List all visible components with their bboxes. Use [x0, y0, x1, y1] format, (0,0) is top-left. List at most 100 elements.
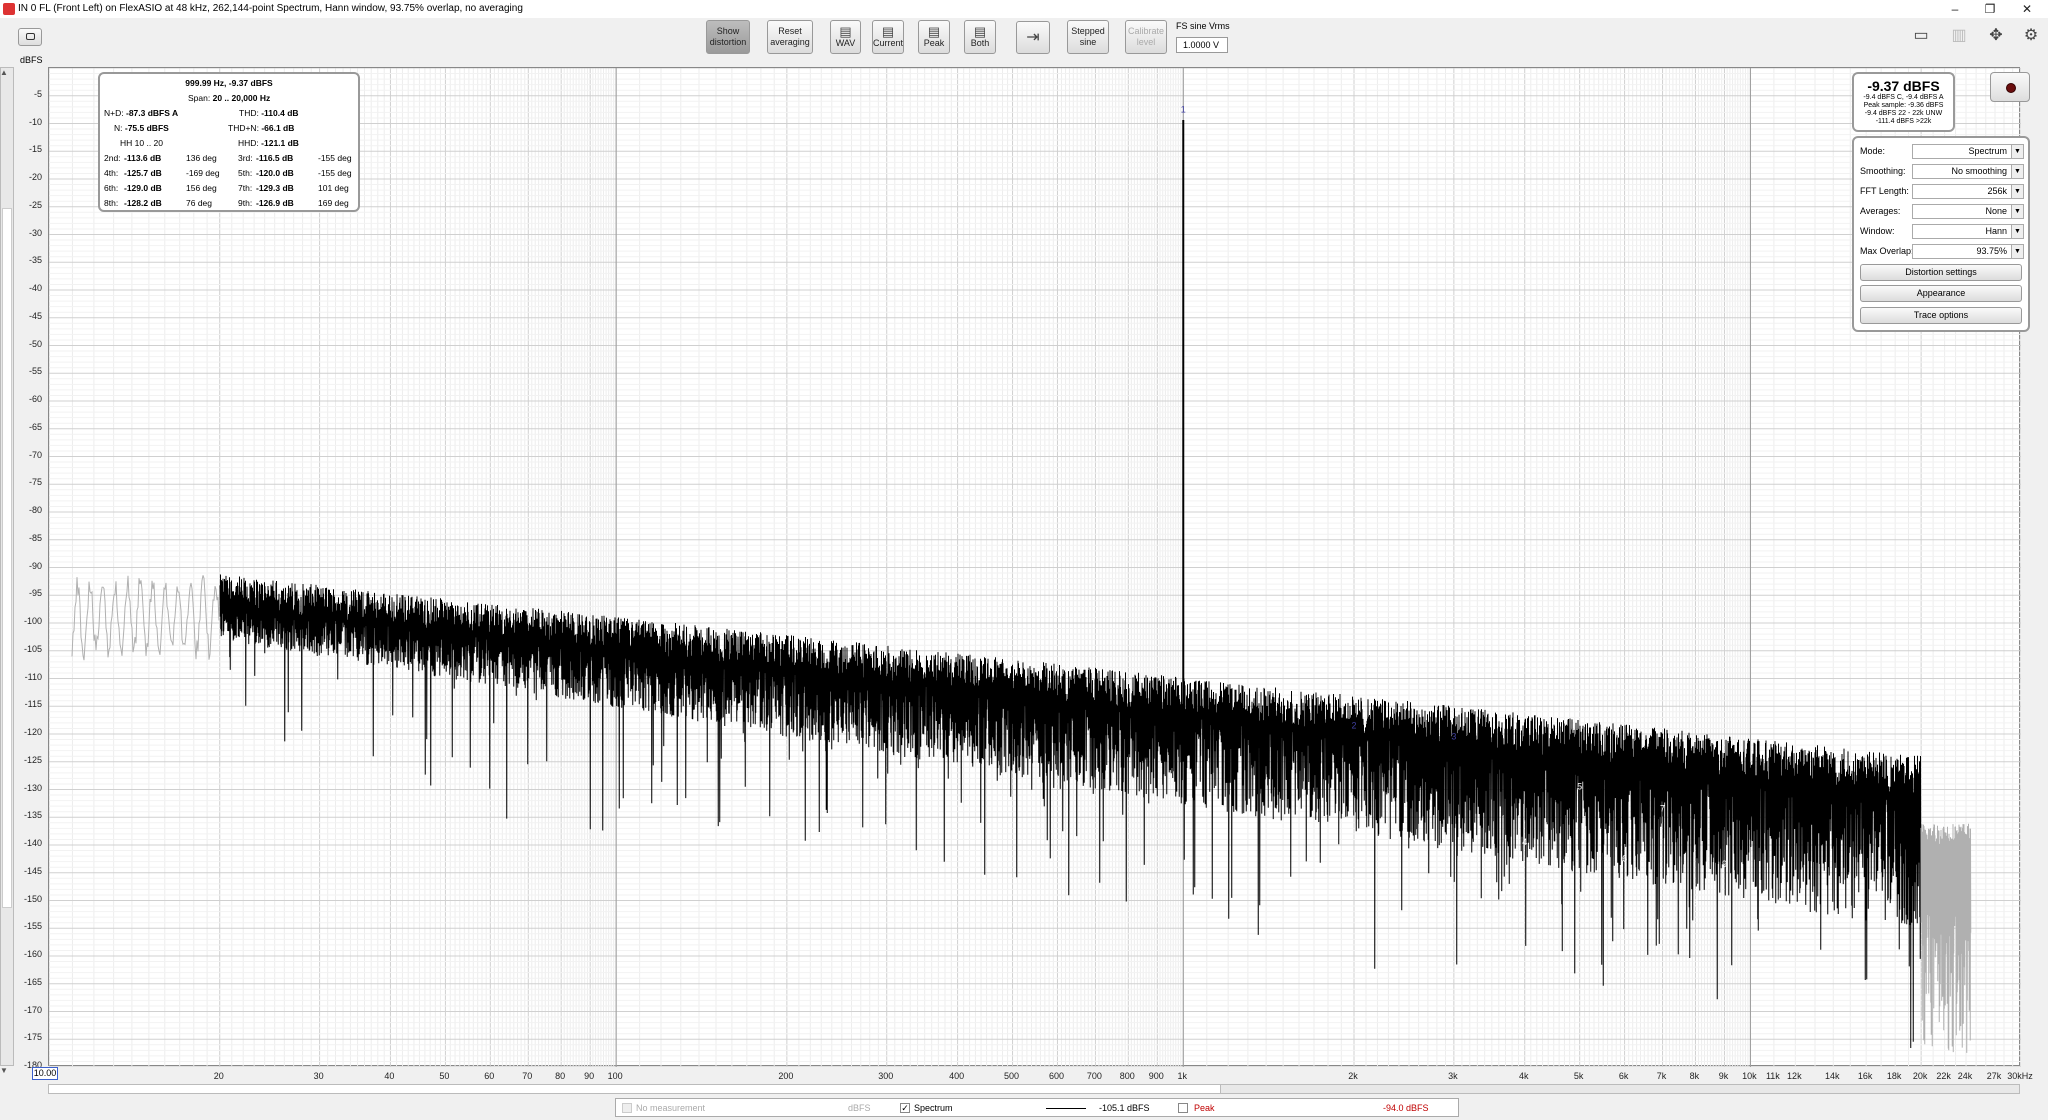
control-select[interactable]: Spectrum ▼ — [1912, 144, 2024, 159]
chevron-down-icon: ▼ — [2011, 165, 2023, 178]
x-tick-label: 8k — [1689, 1071, 1700, 1081]
x-tick-label: 500 — [1004, 1071, 1020, 1081]
y-tick-label: -55 — [28, 366, 42, 377]
control-row: Mode: Spectrum ▼ — [1860, 144, 2024, 159]
chevron-down-icon: ▼ — [2011, 225, 2023, 238]
fs-sine-input[interactable]: 1.0000 V — [1176, 37, 1228, 53]
y-tick-label: -35 — [28, 255, 42, 266]
trace-options-button[interactable]: Trace options — [1860, 307, 2022, 324]
harmonic-value2: -120.0 dB — [256, 168, 294, 178]
y-tick-label: -95 — [28, 588, 42, 599]
harmonic-value2: -116.5 dB — [256, 153, 294, 163]
harmonic-phase: 136 deg — [186, 153, 217, 163]
y-tick-label: -80 — [28, 505, 42, 515]
horizontal-scroll-thumb[interactable] — [49, 1085, 1221, 1093]
y-tick-label: -140 — [23, 838, 42, 848]
floppy-icon: ▤ — [927, 24, 941, 39]
fit-zoom-icon[interactable]: ✥ — [1983, 25, 2009, 45]
spectrum-label: Spectrum — [914, 1103, 953, 1113]
calibrate-level-button[interactable]: Calibrate level — [1125, 20, 1167, 54]
control-row: FFT Length: 256k ▼ — [1860, 184, 2024, 199]
y-tick-label: -125 — [23, 754, 42, 765]
calibrate-label-2: level — [1136, 37, 1156, 47]
harmonic-marker: 4 — [1522, 837, 1527, 847]
harmonic-value: -113.6 dB — [124, 153, 162, 163]
controls-panel: Mode: Spectrum ▼ Smoothing: No smoothing ▼ FFT… — [1852, 136, 2030, 332]
scroll-up-icon[interactable]: ▲ — [0, 68, 12, 78]
chevron-down-icon: ▼ — [2011, 185, 2023, 198]
span-label: Span: — [188, 93, 211, 103]
harmonic-label: 6th: — [104, 183, 119, 193]
x-tick-label: 7k — [1656, 1071, 1667, 1081]
scroll-down-icon[interactable]: ▼ — [0, 1066, 12, 1076]
close-button[interactable]: ✕ — [2012, 0, 2042, 18]
save-both-button[interactable]: ▤ Both — [964, 20, 996, 54]
x-tick-label: 6k — [1618, 1071, 1629, 1081]
record-button[interactable] — [1990, 72, 2030, 102]
span-value: 20 .. 20,000 Hz — [212, 93, 271, 103]
y-tick-label: -170 — [23, 1004, 42, 1015]
harmonic-phase2: 101 deg — [318, 183, 349, 193]
y-tick-label: -90 — [28, 560, 42, 571]
save-wav-button[interactable]: ▤ WAV — [830, 20, 861, 54]
appearance-button[interactable]: Appearance — [1860, 285, 2022, 302]
show-distortion-label-1: Show — [716, 26, 740, 36]
save-current-button[interactable]: ▤ Current — [872, 20, 904, 54]
control-row: Max Overlap: 93.75% ▼ — [1860, 244, 2024, 259]
stepped-sine-button[interactable]: Stepped sine — [1067, 20, 1109, 54]
harmonic-value: -129.0 dB — [124, 183, 162, 193]
x-start-input[interactable]: 10.00 — [32, 1067, 58, 1080]
control-select[interactable]: No smoothing ▼ — [1912, 164, 2024, 179]
x-tick-label: 27k — [1986, 1071, 2002, 1081]
x-tick-label: 50 — [439, 1071, 450, 1081]
nd-value: -87.3 dBFS A — [125, 108, 179, 118]
control-select[interactable]: 256k ▼ — [1912, 184, 2024, 199]
spectrum-graph[interactable]: 1 2 3 4 5 6 7 8 9 — [48, 67, 2021, 1067]
x-tick-label: 70 — [522, 1071, 533, 1081]
peak-checkbox[interactable] — [1178, 1103, 1188, 1113]
harmonic-marker: 6 — [1622, 854, 1627, 864]
export-arrow-icon: ⇥ — [1026, 29, 1040, 46]
thdn-label: THD+N: — [228, 123, 259, 133]
show-distortion-button[interactable]: Show distortion — [706, 20, 750, 54]
y-tick-label: -105 — [23, 643, 42, 654]
app-icon — [3, 3, 15, 15]
control-select[interactable]: None ▼ — [1912, 204, 2024, 219]
distortion-settings-button[interactable]: Distortion settings — [1860, 264, 2022, 281]
current-label: Current — [873, 38, 904, 48]
harmonic-phase2: -155 deg — [318, 168, 352, 178]
control-select[interactable]: 93.75% ▼ — [1912, 244, 2024, 259]
x-tick-label: 3k — [1448, 1071, 1458, 1081]
x-tick-label: 16k — [1857, 1071, 1873, 1081]
settings-gear-icon[interactable]: ⚙ — [2018, 25, 2044, 45]
y-tick-label: -75 — [28, 477, 42, 488]
save-peak-button[interactable]: ▤ Peak — [918, 20, 950, 54]
x-tick-label: 800 — [1119, 1071, 1135, 1081]
harmonic-marker: 8 — [1693, 898, 1698, 908]
reset-averaging-button[interactable]: Reset averaging — [767, 20, 813, 54]
spectrum-checkbox[interactable]: ✓ — [900, 1103, 910, 1113]
no-measurement-checkbox[interactable] — [622, 1103, 632, 1113]
chevron-down-icon: ▼ — [2011, 245, 2023, 258]
fs-sine-label: FS sine Vrms — [1176, 21, 1230, 31]
snapshot-camera-button[interactable] — [18, 28, 42, 46]
floppy-icon: ▤ — [973, 24, 987, 39]
spectrum-line-swatch — [1046, 1108, 1086, 1109]
horizontal-scrollbar[interactable] — [48, 1084, 2020, 1094]
view-layout-icon[interactable]: ▭ — [1908, 25, 1934, 45]
control-select[interactable]: Hann ▼ — [1912, 224, 2024, 239]
record-icon — [2006, 83, 2016, 93]
y-tick-label: -160 — [23, 949, 42, 959]
control-label: Mode: — [1860, 146, 1886, 156]
control-value: None — [1985, 206, 2007, 216]
split-view-icon[interactable]: ▥ — [1946, 25, 1972, 45]
minimize-button[interactable]: – — [1940, 0, 1970, 18]
control-value: Spectrum — [1968, 146, 2007, 156]
harmonic-label2: 5th: — [238, 168, 253, 178]
y-tick-label: -120 — [23, 727, 42, 737]
x-tick-label: 60 — [484, 1071, 495, 1081]
export-button[interactable]: ⇥ — [1016, 21, 1050, 54]
restore-button[interactable]: ❐ — [1975, 0, 2005, 18]
harmonic-marker: 3 — [1451, 732, 1456, 742]
harmonic-phase2: 169 deg — [318, 198, 349, 208]
